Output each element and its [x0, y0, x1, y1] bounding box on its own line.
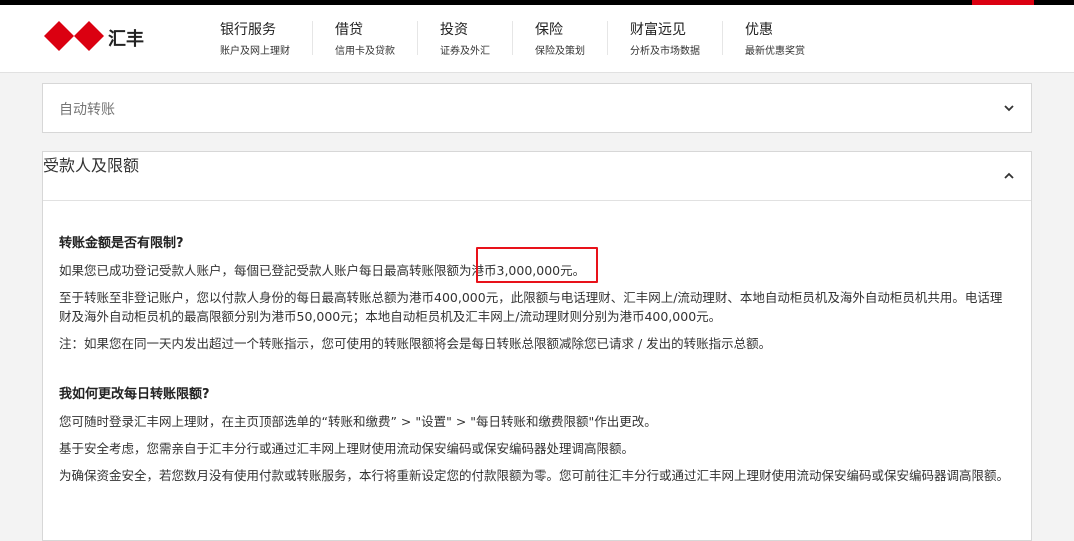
accordion-label: 受款人及限额 — [43, 156, 140, 175]
faq-question: 我如何更改每日转账限额? — [59, 387, 210, 402]
accordion-auto-transfer: 自动转账 — [42, 83, 1032, 133]
nav-subtitle: 分析及市场数据 — [630, 46, 700, 57]
nav-title: 保险 — [535, 22, 563, 38]
accordion-label: 自动转账 — [59, 102, 115, 118]
chevron-up-icon[interactable] — [1002, 169, 1016, 183]
nav-item-wealth-insights[interactable]: 财富远见 分析及市场数据 — [607, 21, 722, 57]
faq-answer-paragraph: 注：如果您在同一天内发出超过一个转账指示，您可使用的转账限额将会是每日转账总限额… — [59, 336, 772, 351]
faq-answer-paragraph: 基于安全考虑，您需亲自于汇丰分行或通过汇丰网上理财使用流动保安编码或保安编码器处… — [59, 441, 635, 456]
nav-subtitle: 证券及外汇 — [440, 46, 490, 57]
nav-subtitle: 账户及网上理财 — [220, 46, 290, 57]
accordion-header-payee-limits[interactable]: 受款人及限额 — [43, 152, 1031, 201]
accordion-header-auto-transfer[interactable]: 自动转账 — [43, 84, 1031, 132]
nav-subtitle: 保险及策划 — [535, 46, 585, 57]
main-nav: 银行服务 账户及网上理财 借贷 信用卡及贷款 投资 证券及外汇 保险 保险及策划… — [198, 21, 827, 57]
faq-answer-paragraph: 为确保资金安全，若您数月没有使用付款或转账服务，本行将重新设定您的付款限额为零。… — [59, 468, 1010, 483]
nav-item-insurance[interactable]: 保险 保险及策划 — [512, 21, 607, 57]
faq-answer-paragraph: 您可随时登录汇丰网上理财，在主页顶部选单的“转账和缴费” > "设置" > "每… — [59, 414, 657, 429]
nav-title: 投资 — [440, 22, 468, 38]
nav-item-borrowing[interactable]: 借贷 信用卡及贷款 — [312, 21, 417, 57]
site-header: 汇丰 银行服务 账户及网上理财 借贷 信用卡及贷款 投资 证券及外汇 保险 保险… — [0, 5, 1074, 73]
nav-title: 财富远见 — [630, 22, 686, 38]
nav-title: 银行服务 — [220, 22, 276, 38]
hsbc-logo-icon[interactable] — [44, 21, 104, 51]
chevron-down-icon[interactable] — [1002, 101, 1016, 115]
brand-name[interactable]: 汇丰 — [108, 25, 144, 51]
accordion-payee-limits: 受款人及限额 转账金额是否有限制? 如果您已成功登记受款人账户，每個已登記受款人… — [42, 151, 1032, 541]
nav-title: 借贷 — [335, 22, 363, 38]
nav-subtitle: 最新优惠奖赏 — [745, 46, 805, 57]
faq-answer-paragraph: 至于转账至非登记账户，您以付款人身份的每日最高转账总额为港币400,000元，此… — [59, 290, 1003, 324]
nav-item-offers[interactable]: 优惠 最新优惠奖赏 — [722, 21, 827, 57]
nav-subtitle: 信用卡及贷款 — [335, 46, 395, 57]
nav-item-banking[interactable]: 银行服务 账户及网上理财 — [198, 21, 312, 57]
nav-title: 优惠 — [745, 22, 773, 38]
nav-item-investing[interactable]: 投资 证券及外汇 — [417, 21, 512, 57]
highlight-box — [476, 247, 598, 283]
